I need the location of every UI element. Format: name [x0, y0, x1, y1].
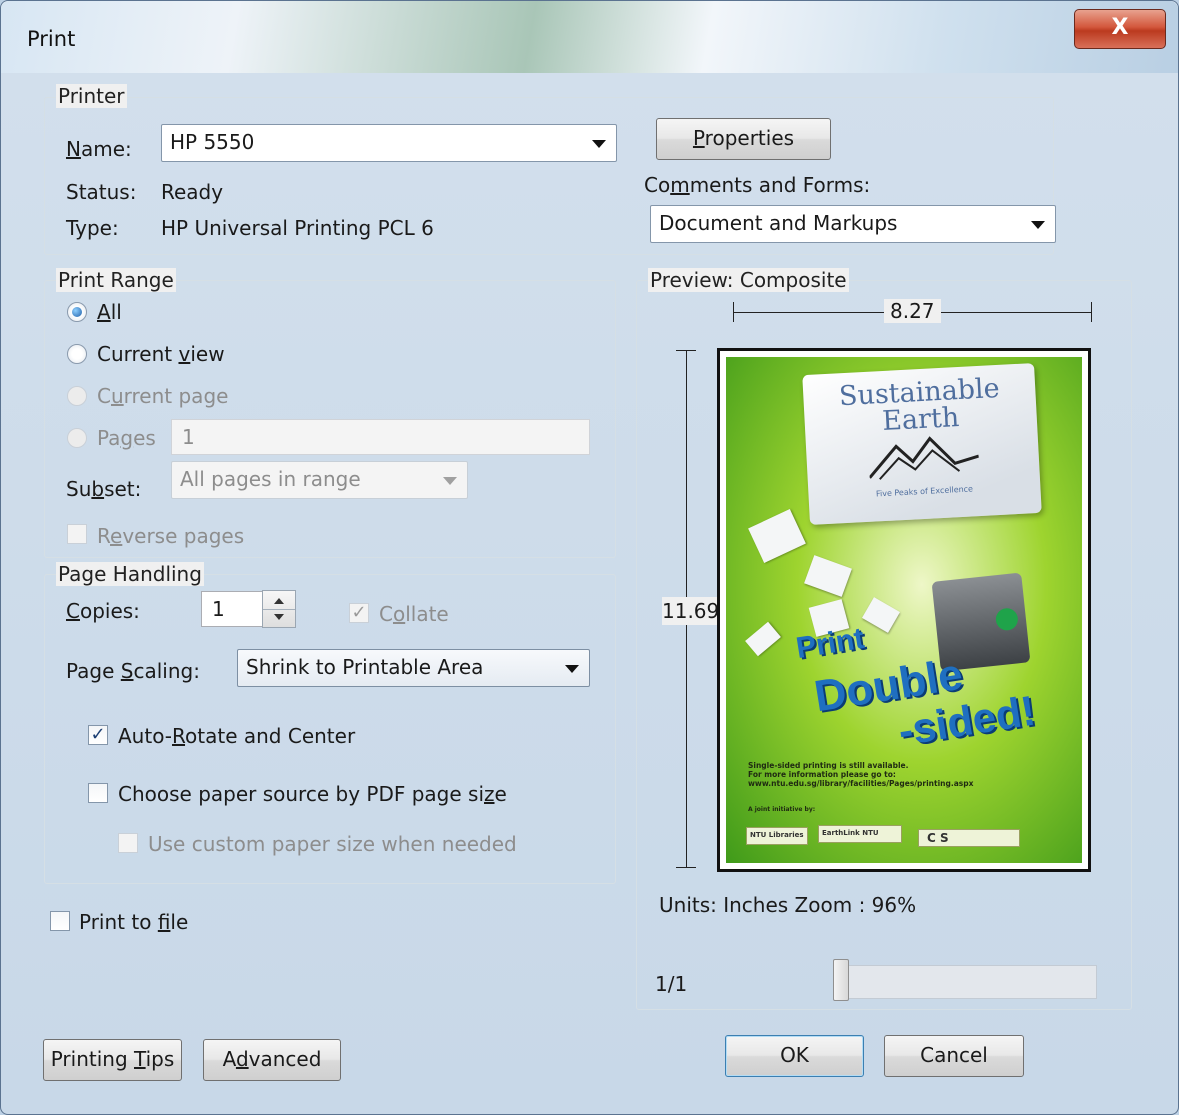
- print-to-file-checkbox[interactable]: [50, 911, 70, 931]
- properties-button-label: Properties: [692, 126, 795, 150]
- poster-logo-earthlink: EarthLink NTU: [818, 825, 902, 843]
- printer-legend: Printer: [56, 84, 127, 108]
- comments-forms-label: Comments and Forms:: [644, 173, 871, 197]
- ok-button-label: OK: [780, 1043, 809, 1067]
- poster-logo-cs: C S: [918, 829, 1020, 847]
- page-slider[interactable]: [843, 965, 1097, 999]
- page-scaling-label: Page Scaling:: [66, 659, 200, 683]
- status-value: Ready: [161, 180, 224, 204]
- poster-word-print: Print: [793, 621, 867, 666]
- advanced-button[interactable]: Advanced: [203, 1039, 341, 1081]
- poster-logo-libraries: NTU Libraries: [746, 827, 808, 845]
- poster-image: Sustainable Earth Five Peaks of Excellen…: [726, 357, 1082, 863]
- poster-tagline: Five Peaks of Excellence: [875, 484, 974, 499]
- comments-forms-value: Document and Markups: [659, 211, 898, 235]
- copies-input[interactable]: 1: [201, 591, 263, 627]
- collate-label: Collate: [379, 602, 449, 626]
- printing-tips-button-label: Printing Tips: [50, 1047, 175, 1071]
- radio-current-view-label[interactable]: Current view: [97, 342, 225, 366]
- custom-paper-checkbox: [118, 833, 138, 853]
- pages-input: 1: [171, 419, 590, 455]
- printing-tips-button[interactable]: Printing Tips: [43, 1039, 182, 1081]
- printer-name-select[interactable]: HP 5550: [161, 124, 617, 162]
- paper-sheet: [862, 597, 900, 633]
- auto-rotate-checkbox[interactable]: ✓: [88, 725, 108, 745]
- printer-name-value: HP 5550: [170, 130, 255, 154]
- paper-sheet: [748, 509, 806, 563]
- copies-stepper[interactable]: [262, 590, 296, 628]
- checkmark-icon: ✓: [351, 602, 367, 623]
- height-value: 11.69: [662, 597, 720, 625]
- chevron-down-icon: [1031, 221, 1045, 229]
- radio-pages: [67, 428, 87, 448]
- subset-value: All pages in range: [180, 467, 361, 491]
- type-value: HP Universal Printing PCL 6: [161, 216, 434, 240]
- page-handling-legend: Page Handling: [56, 562, 204, 586]
- window-title: Print: [27, 27, 76, 51]
- copies-value: 1: [212, 597, 225, 621]
- status-label: Status:: [66, 180, 137, 204]
- radio-all-label[interactable]: All: [97, 300, 122, 324]
- cancel-button[interactable]: Cancel: [884, 1035, 1024, 1077]
- poster-note-line2: For more information please go to:: [748, 770, 896, 779]
- page-scaling-value: Shrink to Printable Area: [246, 655, 484, 679]
- subset-label: Subset:: [66, 477, 142, 501]
- chevron-down-icon: [565, 665, 579, 673]
- advanced-button-label: Advanced: [222, 1047, 322, 1071]
- print-range-legend: Print Range: [56, 268, 176, 292]
- page-slider-thumb[interactable]: [833, 959, 849, 1001]
- units-zoom-text: Units: Inches Zoom : 96%: [659, 893, 917, 917]
- comments-forms-select[interactable]: Document and Markups: [650, 205, 1056, 243]
- cancel-button-label: Cancel: [920, 1043, 988, 1067]
- page-scaling-select[interactable]: Shrink to Printable Area: [237, 649, 590, 687]
- radio-all[interactable]: [67, 302, 87, 322]
- reverse-pages-label: Reverse pages: [97, 524, 245, 548]
- collate-checkbox: ✓: [349, 603, 369, 623]
- page-preview: Sustainable Earth Five Peaks of Excellen…: [717, 348, 1091, 872]
- radio-pages-label: Pages: [97, 426, 156, 450]
- checkmark-icon: ✓: [90, 724, 106, 745]
- arrow-down-icon[interactable]: [274, 614, 284, 620]
- mountain-icon: [868, 436, 980, 480]
- auto-rotate-label[interactable]: Auto-Rotate and Center: [118, 724, 355, 748]
- pages-input-value: 1: [182, 425, 195, 449]
- chevron-down-icon: [443, 477, 457, 485]
- print-to-file-label[interactable]: Print to file: [79, 910, 188, 934]
- properties-button[interactable]: Properties: [656, 118, 831, 160]
- width-value: 8.27: [884, 299, 941, 323]
- paper-sheet: [745, 621, 781, 657]
- poster-note-line1: Single-sided printing is still available…: [748, 761, 909, 770]
- reverse-pages-checkbox: [67, 524, 87, 544]
- custom-paper-label: Use custom paper size when needed: [148, 832, 517, 856]
- radio-current-view[interactable]: [67, 344, 87, 364]
- type-label: Type:: [66, 216, 119, 240]
- paper-sheet: [804, 555, 852, 597]
- preview-legend: Preview: Composite: [648, 268, 849, 292]
- poster-banner: Sustainable Earth Five Peaks of Excellen…: [802, 363, 1042, 525]
- poster-title-line2: Earth: [881, 402, 960, 438]
- close-icon: X: [1111, 15, 1129, 40]
- paper-source-label[interactable]: Choose paper source by PDF page size: [118, 782, 507, 806]
- radio-current-page: [67, 386, 87, 406]
- copies-label: Copies:: [66, 599, 140, 623]
- title-bar[interactable]: Print X: [1, 1, 1178, 73]
- poster-note: Single-sided printing is still available…: [748, 761, 973, 788]
- arrow-up-icon[interactable]: [274, 598, 284, 604]
- poster-initiative: A joint initiative by:: [748, 806, 816, 813]
- poster-note-line3: www.ntu.edu.sg/library/facilities/Pages/…: [748, 779, 974, 788]
- name-label: Name:: [66, 137, 132, 161]
- paper-source-checkbox[interactable]: [88, 783, 108, 803]
- close-button[interactable]: X: [1074, 9, 1166, 49]
- subset-select: All pages in range: [171, 461, 468, 499]
- ok-button[interactable]: OK: [725, 1035, 864, 1077]
- page-counter: 1/1: [655, 972, 688, 996]
- chevron-down-icon: [592, 140, 606, 148]
- radio-current-page-label: Current page: [97, 384, 229, 408]
